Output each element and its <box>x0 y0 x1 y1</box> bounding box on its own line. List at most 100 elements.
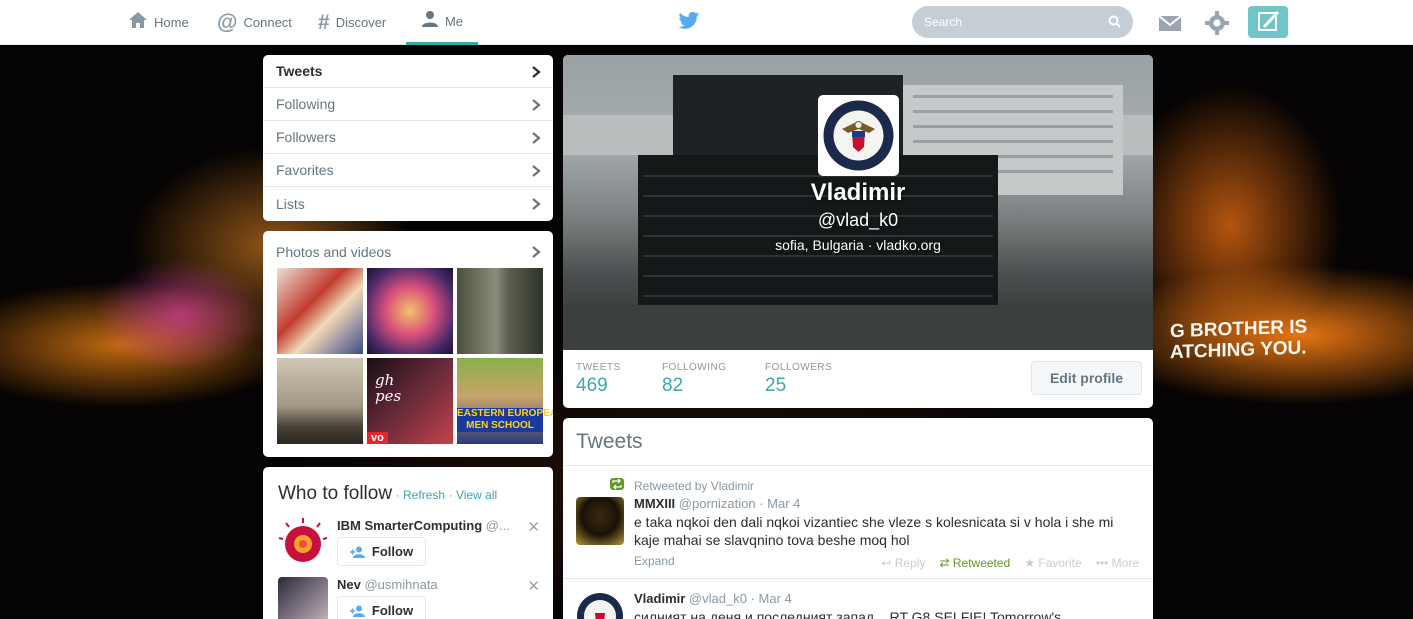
stat-followers[interactable]: FOLLOWERS 25 <box>765 362 832 397</box>
profile-nav-label: Followers <box>276 129 336 145</box>
profile-card: Vladimir @vlad_k0 sofia, Bulgaria · vlad… <box>563 55 1153 408</box>
reply-label: Reply <box>894 556 926 570</box>
photos-title: Photos and videos <box>276 244 392 260</box>
photo-thumbnail[interactable]: EASTERN EUROPEAN MEN SCHOOL <box>457 358 553 444</box>
more-label: More <box>1111 556 1139 570</box>
expand-link[interactable]: Expand <box>634 554 675 568</box>
profile-nav-favorites[interactable]: Favorites <box>263 154 553 187</box>
stat-label: FOLLOWING <box>662 362 727 373</box>
separator-dot: · <box>750 591 759 606</box>
avatar[interactable] <box>576 497 624 545</box>
separator-dot: · <box>867 237 877 253</box>
edit-profile-button[interactable]: Edit profile <box>1031 361 1142 395</box>
nav-discover[interactable]: # Discover <box>318 0 386 45</box>
envelope-icon[interactable] <box>1157 10 1183 36</box>
photo-thumbnail[interactable] <box>367 268 453 354</box>
profile-handle: @vlad_k0 <box>817 210 899 230</box>
profile-avatar[interactable] <box>818 95 899 176</box>
suggestion-display-name: IBM SmarterComputing <box>337 518 483 533</box>
photo-thumbnail[interactable]: gh pes vo <box>367 358 453 444</box>
hashtag-icon: # <box>318 10 330 34</box>
separator-dot: · <box>395 488 404 502</box>
profile-nav-label: Tweets <box>276 63 323 79</box>
tweet-author-name[interactable]: Vladimir <box>634 591 685 606</box>
photo-thumbnail[interactable] <box>457 268 543 354</box>
suggestion-item: IBM SmarterComputing @... ✕ Follow <box>278 518 540 570</box>
compose-tweet-button[interactable] <box>1248 6 1288 38</box>
refresh-link[interactable]: Refresh <box>403 488 445 502</box>
gear-icon[interactable] <box>1204 10 1230 36</box>
tweet-author-name[interactable]: MMXIII <box>634 496 675 511</box>
follow-button[interactable]: Follow <box>337 537 426 566</box>
photo-thumbnail[interactable] <box>277 268 363 354</box>
nav-connect[interactable]: @ Connect <box>217 0 292 45</box>
home-icon <box>128 11 148 34</box>
chevron-right-icon <box>532 198 541 210</box>
suggestion-handle: @... <box>485 518 510 533</box>
profile-name: Vladimir <box>810 179 906 206</box>
ellipsis-icon: ••• <box>1095 556 1109 570</box>
star-icon: ★ <box>1024 556 1035 570</box>
profile-nav-lists[interactable]: Lists <box>263 187 553 220</box>
avatar[interactable] <box>278 577 328 619</box>
tweet-header: Vladimir @vlad_k0 · Mar 4 <box>634 591 792 606</box>
stat-tweets[interactable]: TWEETS 469 <box>576 362 621 397</box>
tweet-author-handle[interactable]: @vlad_k0 <box>689 591 747 606</box>
profile-nav-following[interactable]: Following <box>263 88 553 121</box>
avatar[interactable] <box>278 518 328 568</box>
dismiss-icon[interactable]: ✕ <box>527 577 540 595</box>
profile-location-line: sofia, Bulgaria · vladko.org <box>563 237 1153 253</box>
tweet-item[interactable]: Vladimir @vlad_k0 · Mar 4 силният на ден… <box>563 580 1153 619</box>
tweets-title: Tweets <box>563 418 1153 466</box>
profile-nav-tweets[interactable]: Tweets <box>263 55 553 88</box>
search-icon[interactable] <box>1108 15 1121 28</box>
favorite-action[interactable]: ★ Favorite <box>1024 556 1081 570</box>
retweet-action[interactable]: ⇄ Retweeted <box>939 556 1010 570</box>
view-all-link[interactable]: View all <box>456 488 497 502</box>
more-action[interactable]: ••• More <box>1096 556 1139 570</box>
ibm-logo-icon <box>278 518 328 562</box>
tweet-item[interactable]: Retweeted by Vladimir MMXIII @pornizatio… <box>563 466 1153 579</box>
retweet-label: Retweeted <box>952 556 1011 570</box>
photo-caption: EASTERN EUROPEAN MEN SCHOOL <box>457 408 553 432</box>
avatar[interactable] <box>576 592 624 619</box>
tweets-stream: Tweets Retweeted by Vladimir MMXIII @por… <box>563 418 1153 619</box>
profile-url[interactable]: vladko.org <box>876 237 941 253</box>
stat-following[interactable]: FOLLOWING 82 <box>662 362 727 397</box>
reply-action[interactable]: ↩ Reply <box>881 556 925 570</box>
suggestion-name[interactable]: IBM SmarterComputing @... <box>337 518 510 533</box>
tweet-text: e taka nqkoi den dali nqkoi vizantiec sh… <box>634 514 1114 548</box>
stat-label: FOLLOWERS <box>765 362 833 373</box>
chevron-right-icon <box>532 66 541 78</box>
follow-button[interactable]: Follow <box>337 596 426 619</box>
nav-me[interactable]: Me <box>406 0 478 45</box>
suggestion-display-name: Nev <box>337 577 361 592</box>
profile-nav-followers[interactable]: Followers <box>263 121 553 154</box>
profile-nav-label: Favorites <box>276 162 334 178</box>
nav-home[interactable]: Home <box>128 0 189 45</box>
compose-icon <box>1258 10 1280 31</box>
photo-thumbnail[interactable] <box>277 358 363 444</box>
suggestion-name[interactable]: Nev @usmihnata <box>337 577 438 592</box>
nsa-seal-icon <box>823 100 894 171</box>
tweet-timestamp[interactable]: Mar 4 <box>767 496 800 511</box>
reply-icon: ↩ <box>881 556 892 570</box>
tweet-actions: ↩ Reply ⇄ Retweeted ★ Favorite ••• More <box>881 556 1139 570</box>
twitter-bird-icon[interactable] <box>678 10 700 32</box>
add-user-icon <box>349 605 365 617</box>
tweet-text: силният на деня и последният запад... RT… <box>634 609 1062 619</box>
background-text: G BROTHER IS ATCHING YOU. <box>1170 316 1308 364</box>
nav-connect-label: Connect <box>243 15 292 30</box>
photo-caption: gh pes <box>375 371 402 405</box>
tweet-timestamp[interactable]: Mar 4 <box>759 591 792 606</box>
photos-header[interactable]: Photos and videos <box>263 231 553 265</box>
retweeted-by[interactable]: Retweeted by Vladimir <box>634 479 754 493</box>
search-input[interactable]: Search <box>912 6 1133 38</box>
tweet-author-handle[interactable]: @pornization <box>679 496 756 511</box>
dismiss-icon[interactable]: ✕ <box>527 518 540 536</box>
suggestion-handle: @usmihnata <box>364 577 438 592</box>
follow-button-label: Follow <box>371 544 414 559</box>
profile-nav-label: Following <box>276 96 336 112</box>
separator-dot: · <box>759 496 768 511</box>
nav-me-label: Me <box>444 13 464 29</box>
